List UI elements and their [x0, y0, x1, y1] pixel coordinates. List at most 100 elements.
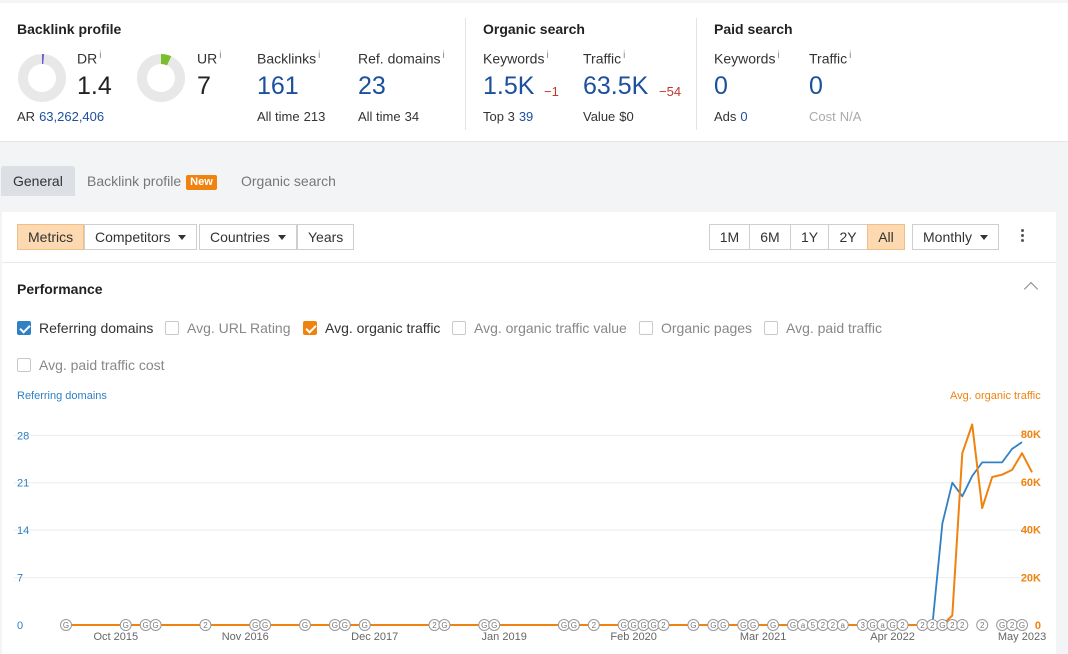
annotation-label: a — [801, 621, 806, 630]
range-1m-button[interactable]: 1M — [709, 224, 750, 250]
paid-keywords-value[interactable]: 0 — [714, 72, 728, 101]
organic-search-title: Organic search — [483, 21, 585, 37]
performance-chart[interactable]: 07142128020K40K60K80KOct 2015 Nov 2016 Dec… — [2, 407, 1056, 647]
checkbox-avg-paid-traffic[interactable]: Avg. paid traffic — [764, 320, 882, 336]
x-axis-tick: Jan 2019 — [482, 631, 527, 643]
range-6m-button[interactable]: 6M — [749, 224, 791, 250]
paid-keywords-label[interactable]: Keywords i — [714, 50, 780, 67]
checkbox-checked-icon[interactable] — [303, 321, 317, 335]
ref-domains-alltime-label: All time — [358, 109, 401, 124]
backlinks-label[interactable]: Backlinks i — [257, 50, 320, 67]
ur-info-icon[interactable]: i — [219, 50, 221, 61]
countries-dropdown[interactable]: Countries — [199, 224, 297, 250]
checkbox-icon[interactable] — [165, 321, 179, 335]
checkbox-label: Avg. organic traffic — [325, 320, 441, 336]
organic-traffic-line — [66, 423, 1033, 626]
backlinks-label-text: Backlinks — [257, 50, 317, 67]
annotation-label: G — [720, 621, 726, 630]
range-all-button[interactable]: All — [867, 224, 905, 250]
checkbox-icon[interactable] — [639, 321, 653, 335]
chevron-up-icon[interactable] — [1023, 281, 1039, 297]
organic-keywords-label[interactable]: Keywords i — [483, 50, 549, 67]
ar-label: AR — [17, 109, 36, 124]
organic-traffic-label[interactable]: Traffic i — [583, 50, 625, 67]
organic-traffic-info-icon[interactable]: i — [623, 50, 625, 61]
dr-value: 1.4 — [77, 72, 112, 100]
right-axis-tick: 40K — [1021, 525, 1041, 537]
ref-domains-label[interactable]: Ref. domains i — [358, 50, 445, 67]
backlinks-value[interactable]: 161 — [257, 72, 299, 101]
ur-label[interactable]: UR i — [197, 50, 221, 67]
range-1y-button[interactable]: 1Y — [790, 224, 829, 250]
years-button[interactable]: Years — [297, 224, 355, 250]
metrics-button[interactable]: Metrics — [17, 224, 85, 250]
annotation-label: G — [481, 621, 487, 630]
tab-backlink-profile[interactable]: Backlink profile New — [75, 166, 229, 196]
referring-domains-line — [66, 441, 1023, 626]
checkbox-avg-url-rating[interactable]: Avg. URL Rating — [165, 320, 291, 336]
paid-traffic-label[interactable]: Traffic i — [809, 50, 851, 67]
competitors-dropdown[interactable]: Competitors — [84, 224, 198, 250]
chevron-down-icon — [980, 235, 989, 240]
checkbox-checked-icon[interactable] — [17, 321, 31, 335]
checkbox-icon[interactable] — [17, 358, 31, 372]
annotation-label: G — [262, 621, 268, 630]
checkbox-icon[interactable] — [764, 321, 778, 335]
checkbox-icon[interactable] — [452, 321, 466, 335]
x-axis-tick: Apr 2022 — [870, 631, 915, 643]
annotation-label: 2 — [592, 621, 597, 630]
left-axis-tick: 14 — [17, 525, 29, 537]
annotation-label: G — [491, 621, 497, 630]
checkbox-avg-paid-traffic-cost[interactable]: Avg. paid traffic cost — [17, 357, 165, 373]
paid-traffic-value[interactable]: 0 — [809, 72, 823, 101]
paid-traffic-info-icon[interactable]: i — [849, 50, 851, 61]
x-axis-tick: May 2023 — [998, 631, 1046, 643]
right-axis-title: Avg. organic traffic — [950, 390, 1041, 402]
paid-ads-value[interactable]: 0 — [740, 109, 747, 124]
x-axis-tick: Mar 2021 — [740, 631, 786, 643]
checkbox-organic-pages[interactable]: Organic pages — [639, 320, 752, 336]
paid-cost-value: N/A — [839, 109, 862, 124]
dr-label[interactable]: DR i — [77, 50, 101, 67]
ar-value[interactable]: 63,262,406 — [39, 109, 104, 124]
ur-label-text: UR — [197, 50, 218, 67]
dr-info-icon[interactable]: i — [99, 50, 101, 61]
annotation-label: G — [710, 621, 716, 630]
annotation-label: 2 — [930, 621, 935, 630]
checkbox-avg-organic-traffic-value[interactable]: Avg. organic traffic value — [452, 320, 627, 336]
paid-cost-label: Cost — [809, 109, 836, 124]
interval-dropdown[interactable]: Monthly — [912, 224, 1000, 250]
x-axis-tick: Feb 2020 — [610, 631, 656, 643]
backlinks-info-icon[interactable]: i — [318, 50, 320, 61]
tab-organic-search[interactable]: Organic search — [229, 166, 348, 196]
paid-ads: Ads 0 — [714, 109, 748, 124]
checkbox-label: Organic pages — [661, 320, 753, 336]
annotation-label: G — [571, 621, 577, 630]
chevron-down-icon — [277, 235, 286, 240]
organic-traffic-value-amount: $0 — [619, 109, 634, 124]
more-options-icon[interactable] — [1021, 229, 1025, 244]
annotation-label: G — [441, 621, 447, 630]
organic-traffic-value[interactable]: 63.5K — [583, 72, 648, 101]
annotation-label: G — [640, 621, 646, 630]
x-axis-tick: Dec 2017 — [351, 631, 398, 643]
summary-panel: Backlink profile DR i 1.4 AR 63,262,406 UR… — [0, 3, 1068, 142]
right-axis-tick: 20K — [1021, 572, 1041, 584]
range-2y-button[interactable]: 2Y — [828, 224, 868, 250]
ref-domains-value[interactable]: 23 — [358, 72, 386, 101]
annotation-label: G — [621, 621, 627, 630]
ref-domains-info-icon[interactable]: i — [442, 50, 444, 61]
paid-keywords-info-icon[interactable]: i — [777, 50, 779, 61]
annotation-label: G — [143, 621, 149, 630]
ur-donut — [137, 54, 185, 102]
organic-keywords-value[interactable]: 1.5K — [483, 72, 534, 101]
divider — [696, 18, 697, 130]
annotation-label: 2 — [950, 621, 955, 630]
checkbox-avg-organic-traffic[interactable]: Avg. organic traffic — [303, 320, 440, 336]
tab-general[interactable]: General — [1, 166, 75, 196]
annotation-label: G — [631, 621, 637, 630]
organic-keywords-info-icon[interactable]: i — [546, 50, 548, 61]
checkbox-referring-domains[interactable]: Referring domains — [17, 320, 153, 336]
organic-top3-value[interactable]: 39 — [519, 109, 533, 124]
annotation-label: 2 — [831, 621, 836, 630]
